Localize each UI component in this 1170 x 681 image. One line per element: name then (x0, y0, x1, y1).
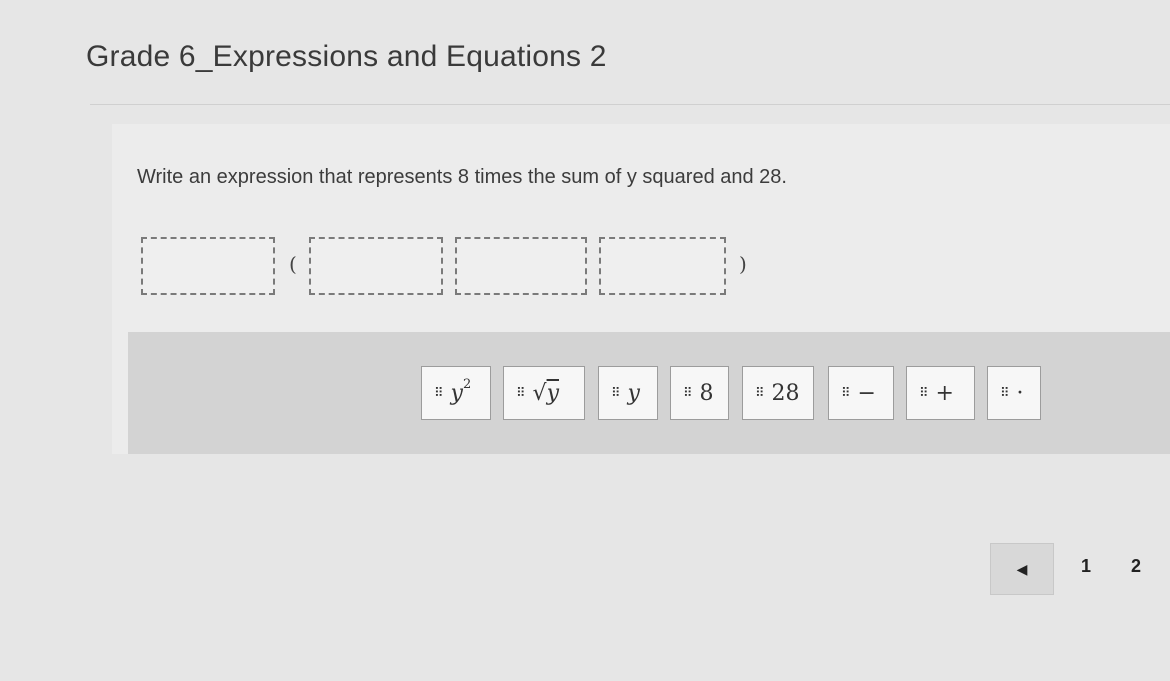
tile-sqrt-y[interactable]: ⠿ √y (503, 366, 585, 420)
title-divider (90, 104, 1170, 105)
answer-slot-2[interactable] (309, 237, 443, 295)
tile-eight[interactable]: ⠿ 8 (670, 366, 729, 420)
answer-slot-1[interactable] (141, 237, 275, 295)
tile-twenty-eight-label: 28 (771, 380, 800, 406)
drag-handle-icon: ⠿ (919, 385, 928, 401)
open-paren: ( (289, 252, 297, 276)
answer-slot-4[interactable] (599, 237, 726, 295)
tile-times-dot[interactable]: ⠿ · (987, 366, 1041, 420)
tile-sqrt-y-label: √y (532, 380, 559, 406)
drag-handle-icon: ⠿ (611, 385, 620, 401)
drag-handle-icon: ⠿ (434, 385, 443, 401)
tile-minus-label: − (857, 380, 876, 406)
drag-handle-icon: ⠿ (841, 385, 850, 401)
chevron-left-icon: ◀ (1016, 560, 1028, 577)
page-title: Grade 6_Expressions and Equations 2 (86, 40, 607, 73)
drag-handle-icon: ⠿ (1000, 385, 1009, 401)
question-prompt: Write an expression that represents 8 ti… (137, 166, 787, 188)
drag-handle-icon: ⠿ (516, 385, 525, 401)
pager-page-1[interactable]: 1 (1081, 556, 1091, 577)
tile-plus-label: + (935, 380, 954, 406)
tile-plus[interactable]: ⠿ + (906, 366, 975, 420)
drag-handle-icon: ⠿ (683, 385, 692, 401)
tile-y-squared[interactable]: ⠿ y2 (421, 366, 491, 420)
answer-slot-3[interactable] (455, 237, 587, 295)
tile-y[interactable]: ⠿ y (598, 366, 658, 420)
tile-twenty-eight[interactable]: ⠿ 28 (742, 366, 814, 420)
pager-page-2[interactable]: 2 (1131, 556, 1141, 577)
tile-minus[interactable]: ⠿ − (828, 366, 894, 420)
tile-eight-label: 8 (699, 380, 714, 406)
close-paren: ) (739, 252, 747, 276)
pager-prev-button[interactable]: ◀ (990, 543, 1054, 595)
tile-y-squared-label: y2 (450, 376, 472, 406)
tile-y-label: y (627, 380, 640, 406)
tile-times-dot-label: · (1016, 380, 1024, 406)
drag-handle-icon: ⠿ (755, 385, 764, 401)
